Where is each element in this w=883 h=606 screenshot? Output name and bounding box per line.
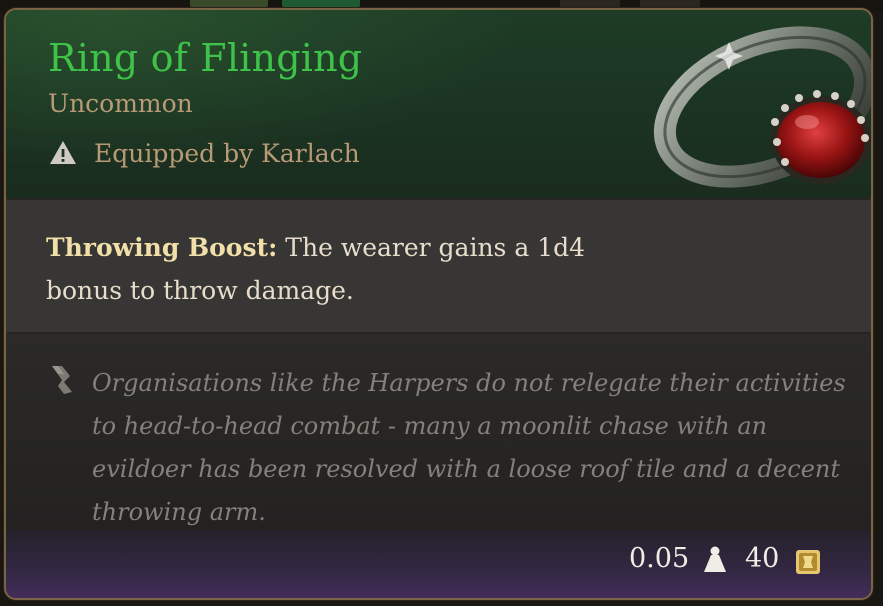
boost-description-block: Throwing Boost: The wearer gains a 1d4 b… [46,226,606,312]
lore-text: Organisations like the Harpers do not re… [92,369,846,526]
inventory-slot[interactable] [282,0,360,8]
item-tooltip: Ring of Flinging Uncommon Equipped by Ka… [4,8,873,600]
scroll-quill-icon [52,366,72,394]
item-rarity: Uncommon [48,89,193,118]
equipped-text: Equipped by Karlach [94,138,360,168]
inventory-slot[interactable] [190,0,268,8]
warning-triangle-icon [50,141,76,164]
inventory-slot[interactable] [560,0,620,8]
price-value: 40 [745,543,780,574]
boost-name: Throwing Boost: [46,233,278,262]
inventory-slot[interactable] [640,0,700,8]
weight-icon [704,546,726,572]
ring-icon [653,26,871,188]
item-name: Ring of Flinging [48,36,363,80]
weight-value: 0.05 [629,543,690,574]
equipped-status: Equipped by Karlach [48,138,360,168]
gold-coin-icon [796,550,820,574]
tooltip-footer [6,530,871,598]
